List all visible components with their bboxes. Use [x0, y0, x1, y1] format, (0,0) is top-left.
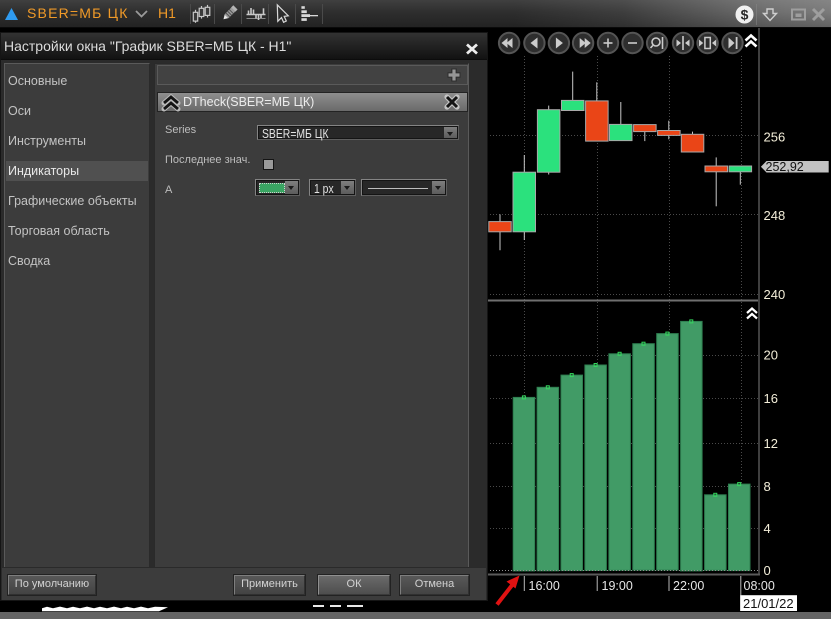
svg-text:22:00: 22:00: [673, 579, 704, 593]
svg-text:252,92: 252,92: [766, 160, 804, 174]
svg-text:19:00: 19:00: [602, 579, 633, 593]
svg-text:12: 12: [764, 436, 778, 451]
svg-text:08:00: 08:00: [744, 579, 775, 593]
svg-text:240: 240: [764, 287, 786, 302]
svg-text:256: 256: [764, 130, 786, 145]
svg-text:8: 8: [764, 479, 771, 494]
svg-text:16: 16: [764, 391, 778, 406]
svg-text:4: 4: [764, 521, 771, 536]
svg-text:0: 0: [764, 563, 771, 578]
svg-text:$: $: [741, 7, 749, 23]
svg-text:248: 248: [764, 208, 786, 223]
svg-text:16:00: 16:00: [529, 579, 560, 593]
svg-text:20: 20: [764, 348, 778, 363]
